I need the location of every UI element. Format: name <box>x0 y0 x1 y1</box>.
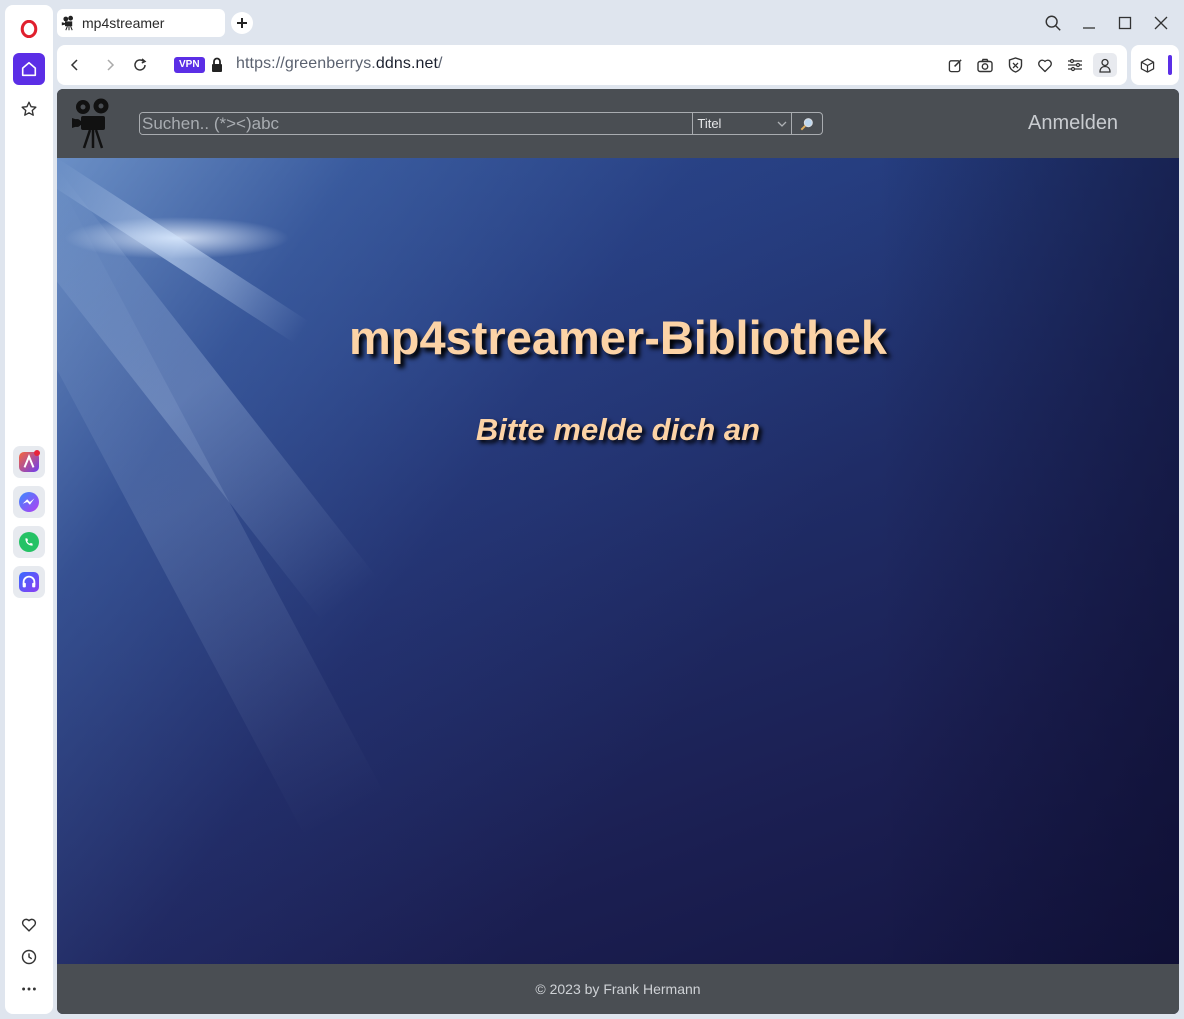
chevron-right-icon <box>107 59 115 71</box>
web-page: Titel Anmelden mp4streamer-Bibliothek Bi… <box>57 89 1179 1014</box>
hero-title: mp4streamer-Bibliothek <box>348 311 888 364</box>
extensions-cube-icon[interactable] <box>1137 55 1157 75</box>
aria-icon[interactable] <box>13 446 45 478</box>
messenger-icon[interactable] <box>13 486 45 518</box>
maximize-button[interactable] <box>1114 12 1136 34</box>
search-filter-select[interactable]: Titel <box>692 113 792 134</box>
search-bar: Titel <box>139 112 823 135</box>
url-suffix: / <box>438 55 443 72</box>
star-icon[interactable] <box>13 93 45 125</box>
projector-favicon-icon <box>61 15 73 31</box>
url-field[interactable]: https://greenberrys.ddns.net/ <box>236 55 443 73</box>
edit-page-icon[interactable] <box>945 55 965 75</box>
profile-icon[interactable] <box>1093 53 1117 77</box>
login-link[interactable]: Anmelden <box>1028 112 1118 135</box>
url-prefix: https://greenberrys. <box>236 55 376 72</box>
back-button[interactable] <box>65 55 85 75</box>
more-icon[interactable] <box>13 973 45 1005</box>
hero-section: mp4streamer-Bibliothek Bitte melde dich … <box>57 158 1179 964</box>
minimize-icon <box>1083 27 1095 29</box>
extensions-panel <box>1131 45 1179 85</box>
maximize-icon <box>1118 16 1132 30</box>
active-extension-indicator <box>1168 55 1172 75</box>
bookmark-heart-icon[interactable] <box>1035 55 1055 75</box>
tab-search-button[interactable] <box>1042 12 1064 34</box>
minimize-button[interactable] <box>1078 12 1100 34</box>
new-tab-button[interactable] <box>231 12 253 34</box>
heart-icon[interactable] <box>13 909 45 941</box>
camera-icon[interactable] <box>975 55 995 75</box>
reload-button[interactable] <box>130 55 150 75</box>
opera-logo-icon[interactable] <box>13 13 45 45</box>
url-host: ddns.net <box>375 55 439 72</box>
browser-tab[interactable]: mp4streamer <box>57 9 225 37</box>
music-icon[interactable] <box>13 566 45 598</box>
home-icon[interactable] <box>13 53 45 85</box>
magnifier-icon <box>800 117 813 130</box>
search-icon <box>1045 15 1061 31</box>
filter-selected-value: Titel <box>697 116 722 131</box>
clock-icon[interactable] <box>13 941 45 973</box>
search-input[interactable] <box>140 113 693 134</box>
vpn-badge[interactable]: VPN <box>174 57 205 73</box>
easy-setup-icon[interactable] <box>1065 55 1085 75</box>
close-window-button[interactable] <box>1150 12 1172 34</box>
close-icon <box>1154 16 1168 30</box>
tab-title: mp4streamer <box>82 15 165 31</box>
plus-icon <box>237 18 247 28</box>
chevron-left-icon <box>70 59 78 71</box>
whatsapp-icon[interactable] <box>13 526 45 558</box>
forward-button[interactable] <box>100 55 120 75</box>
browser-sidebar <box>5 5 53 1014</box>
search-submit-button[interactable] <box>791 113 822 134</box>
address-bar: VPN https://greenberrys.ddns.net/ <box>57 45 1127 85</box>
chevron-down-icon <box>777 121 787 127</box>
footer-copyright: © 2023 by Frank Hermann <box>535 981 701 997</box>
hero-vignette <box>879 158 1179 964</box>
site-footer: © 2023 by Frank Hermann <box>57 964 1179 1014</box>
site-header: Titel Anmelden <box>57 89 1179 158</box>
hero-subtitle: Bitte melde dich an <box>475 412 761 447</box>
reload-icon <box>134 58 147 71</box>
lock-icon[interactable] <box>210 57 224 73</box>
projector-logo-icon[interactable] <box>71 97 113 149</box>
adblock-shield-icon[interactable] <box>1005 55 1025 75</box>
